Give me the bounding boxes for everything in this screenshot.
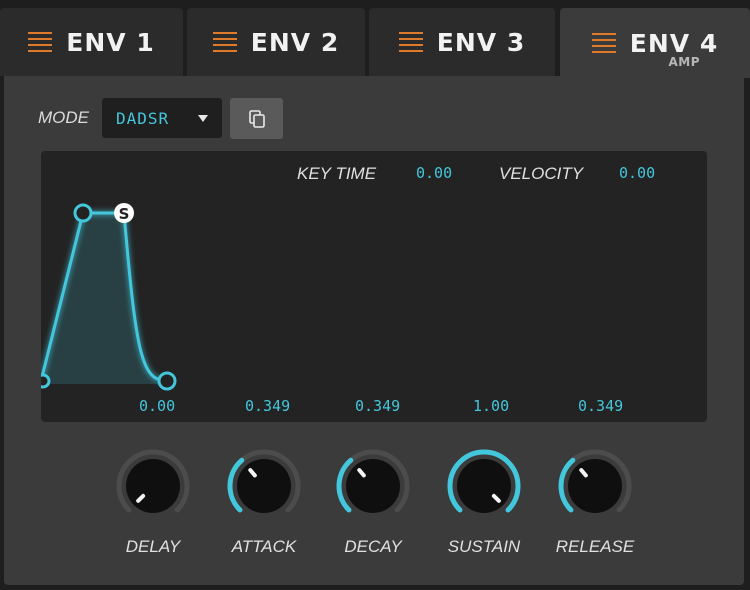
attack-node[interactable] xyxy=(73,203,93,223)
caret-down-icon xyxy=(198,114,208,122)
tab-env-3[interactable]: ENV 3 xyxy=(369,8,555,76)
knob-body xyxy=(346,459,400,513)
tab-env-2[interactable]: ENV 2 xyxy=(187,8,365,76)
decay-knob[interactable] xyxy=(335,448,411,524)
envelope-fill xyxy=(41,213,167,384)
hamburger-icon xyxy=(28,32,53,52)
knob-body xyxy=(568,459,622,513)
tab-sublabel: AMP xyxy=(668,55,700,69)
copy-icon xyxy=(248,109,265,128)
delay-value[interactable]: 0.00 xyxy=(139,397,175,415)
sustain-value[interactable]: 1.00 xyxy=(473,397,509,415)
envelope-editor: ENV 1 ENV 2 ENV 3 ENV 4 AMP MODE DADSR S… xyxy=(0,0,750,590)
delay-label: DELAY xyxy=(125,537,181,556)
tab-label: ENV 1 xyxy=(66,27,155,57)
tab-label: ENV 2 xyxy=(250,27,340,57)
envelope-tabs: ENV 1 ENV 2 ENV 3 ENV 4 AMP xyxy=(0,0,750,78)
hamburger-icon xyxy=(212,32,237,52)
sustain-knob[interactable] xyxy=(446,448,522,524)
sustain-label: SUSTAIN xyxy=(447,537,521,556)
tab-env-1[interactable]: ENV 1 xyxy=(0,8,183,76)
tab-label: ENV 3 xyxy=(436,27,526,57)
hamburger-icon xyxy=(591,33,616,53)
knob-body xyxy=(126,459,180,513)
delay-node[interactable] xyxy=(41,373,51,389)
knob-body xyxy=(457,459,511,513)
mode-label: MODE xyxy=(38,108,89,127)
knob-body xyxy=(237,459,291,513)
envelope-display[interactable]: S KEY TIME 0.00 VELOCITY 0.00 0.00 0.349… xyxy=(41,151,707,422)
attack-knob[interactable] xyxy=(226,448,302,524)
key-time-value[interactable]: 0.00 xyxy=(416,164,452,182)
tab-label: ENV 4 xyxy=(629,28,719,58)
mode-value: DADSR xyxy=(116,108,170,128)
velocity-label: VELOCITY xyxy=(499,164,584,183)
copy-button[interactable] xyxy=(230,98,283,139)
tab-env-4[interactable]: ENV 4 AMP xyxy=(560,8,750,78)
delay-knob[interactable] xyxy=(115,448,191,524)
release-node[interactable] xyxy=(157,371,177,391)
attack-label: ATTACK xyxy=(231,537,297,556)
release-label: RELEASE xyxy=(555,537,635,556)
key-time-label: KEY TIME xyxy=(297,164,377,183)
sustain-marker-label: S xyxy=(119,205,130,223)
hamburger-icon xyxy=(398,32,423,52)
velocity-value[interactable]: 0.00 xyxy=(619,164,655,182)
envelope-graph[interactable]: S xyxy=(41,151,707,422)
mode-dropdown[interactable]: DADSR xyxy=(102,98,222,138)
decay-value[interactable]: 0.349 xyxy=(355,397,400,415)
release-knob[interactable] xyxy=(557,448,633,524)
release-value[interactable]: 0.349 xyxy=(578,397,623,415)
decay-label: DECAY xyxy=(344,537,402,556)
attack-value[interactable]: 0.349 xyxy=(245,397,290,415)
